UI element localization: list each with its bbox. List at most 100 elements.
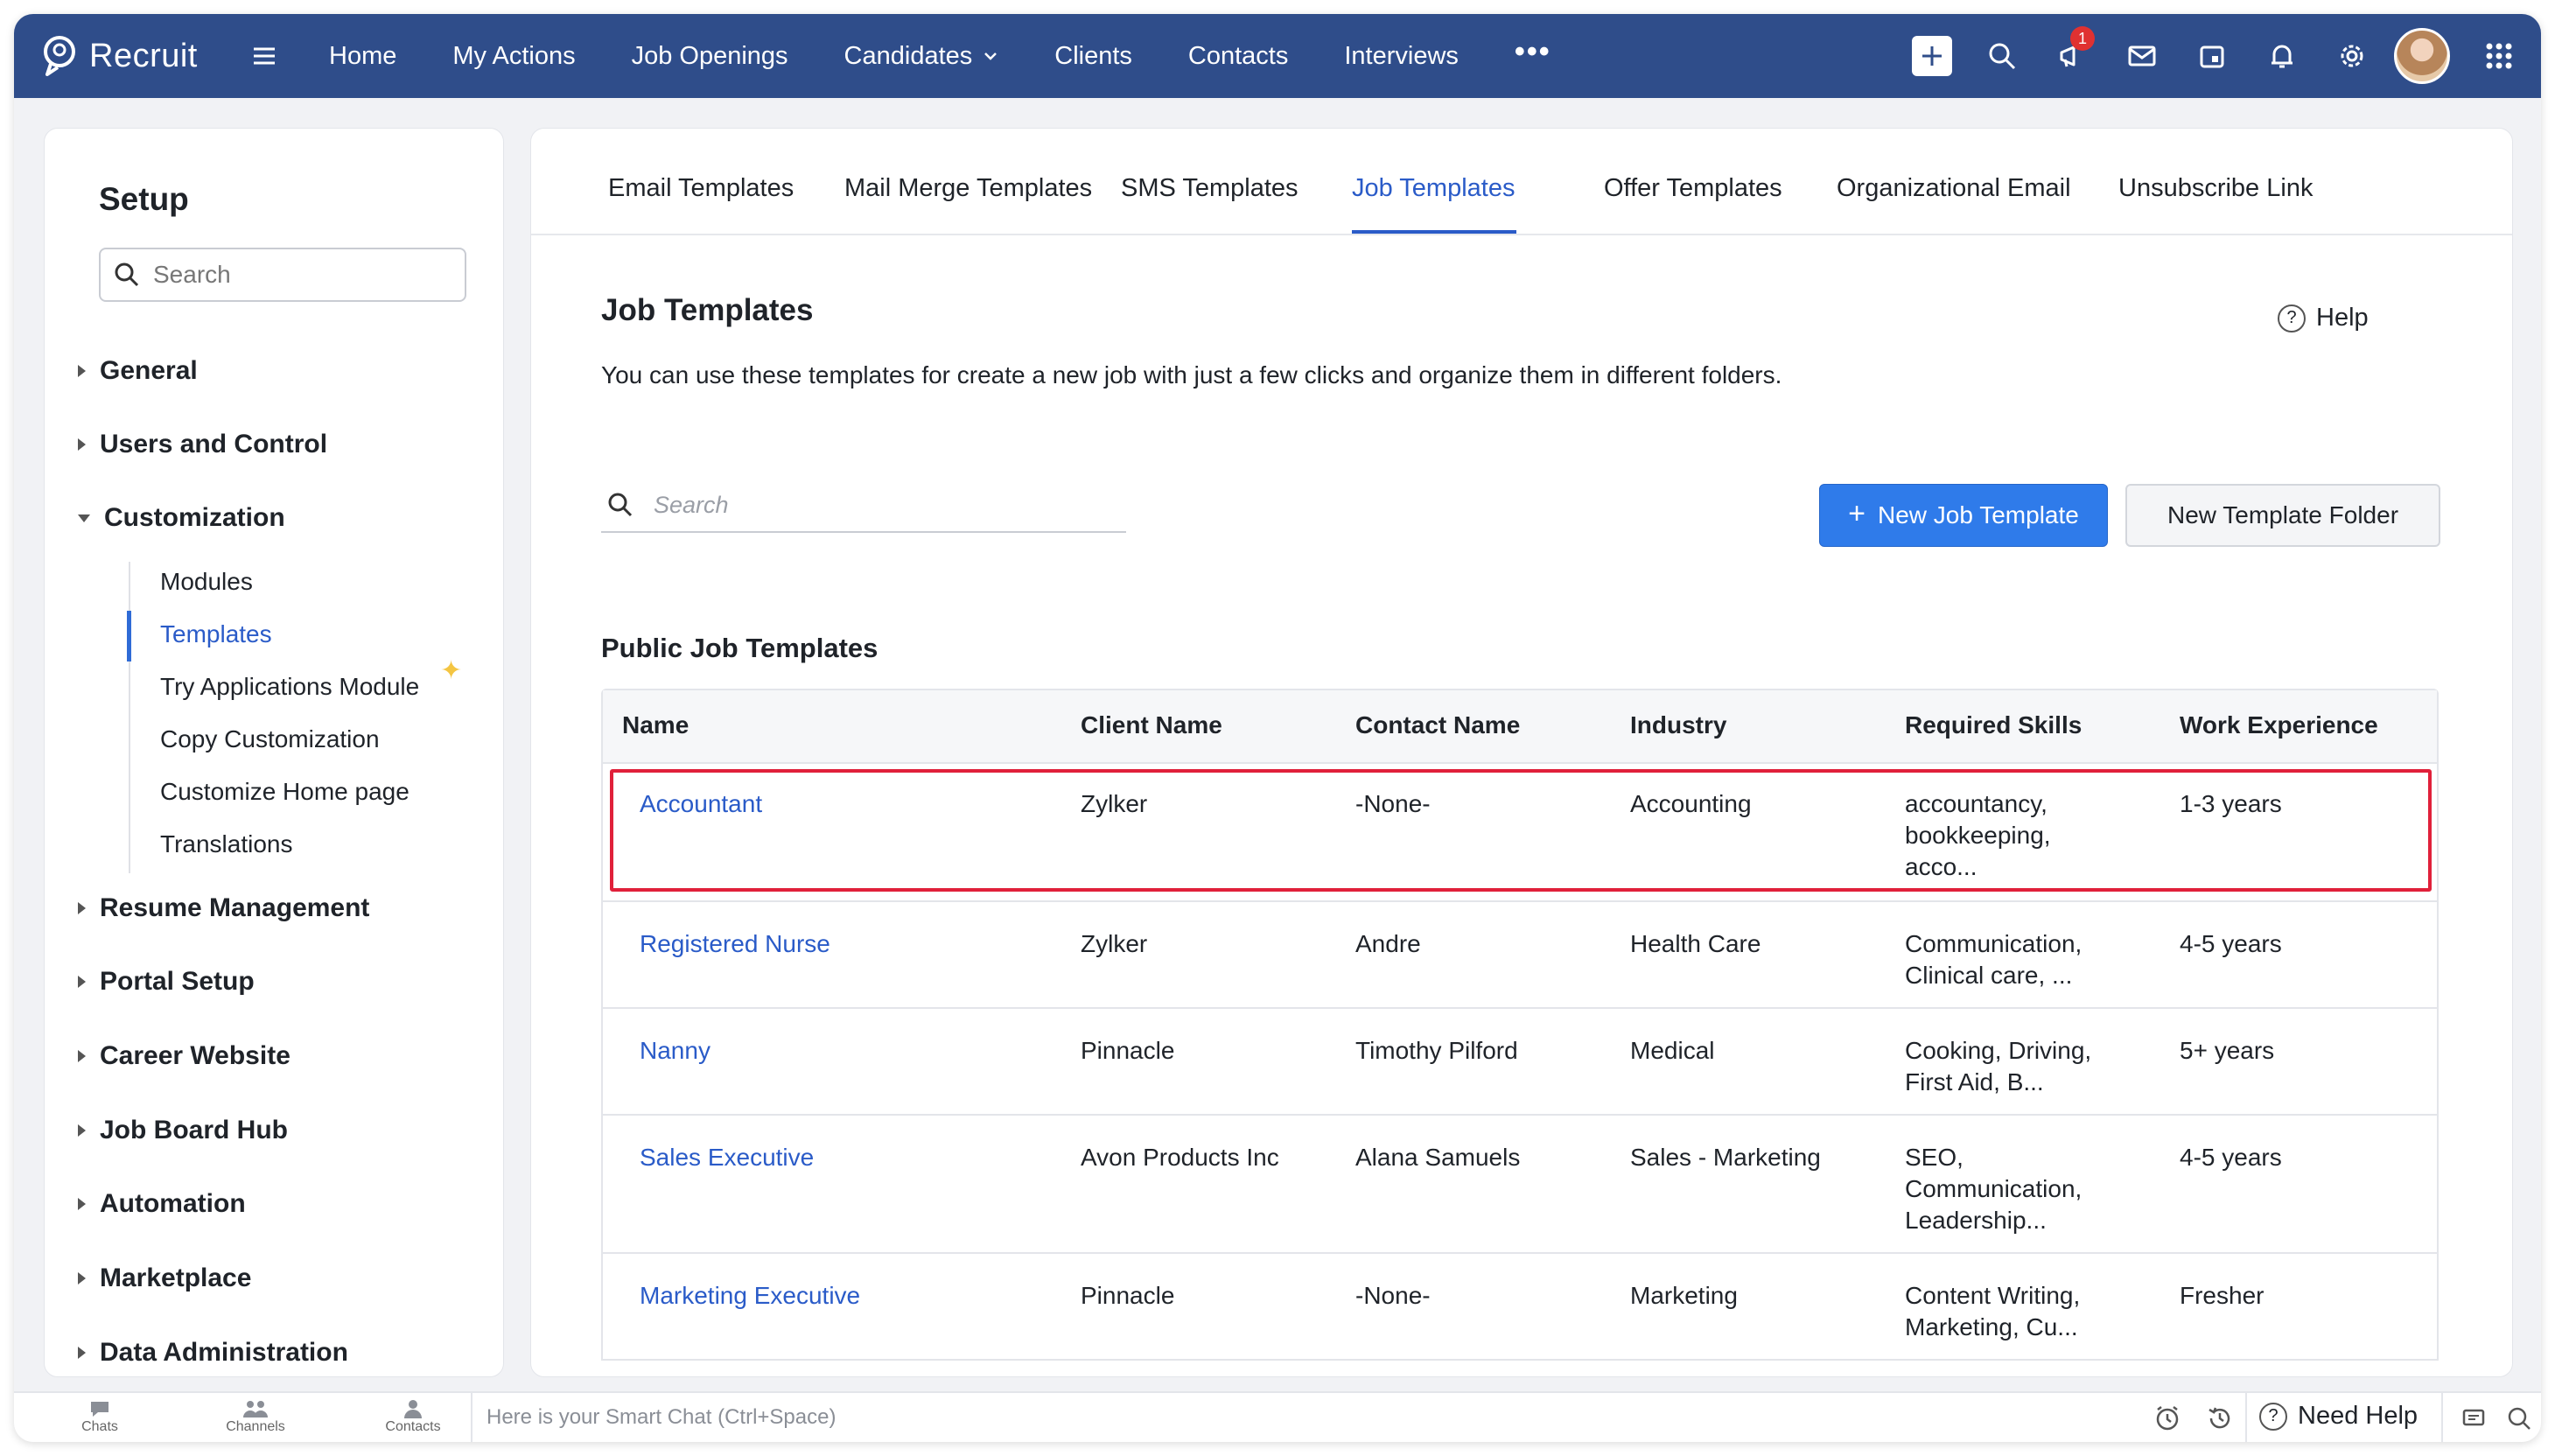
calendar-button[interactable] xyxy=(2177,14,2247,98)
help-link[interactable]: ? Help xyxy=(2278,304,2369,332)
grid-icon xyxy=(2486,43,2512,69)
mail-button[interactable] xyxy=(2107,14,2177,98)
caret-right-icon xyxy=(78,1050,86,1062)
apps-grid-button[interactable] xyxy=(2457,14,2541,98)
work-experience-cell: 4-5 years xyxy=(2180,930,2282,957)
section-title: Public Job Templates xyxy=(601,633,878,663)
channels-button[interactable]: Channels xyxy=(203,1398,308,1435)
template-search-field[interactable] xyxy=(601,479,1126,533)
search-icon xyxy=(608,493,633,517)
setup-section-job-board-hub[interactable]: Job Board Hub xyxy=(78,1116,288,1145)
tab-organizational-email[interactable]: Organizational Email xyxy=(1837,174,2071,203)
template-search-input[interactable] xyxy=(654,491,1109,519)
setup-section-marketplace[interactable]: Marketplace xyxy=(78,1264,251,1293)
smart-chat-input[interactable]: Here is your Smart Chat (Ctrl+Space) xyxy=(486,1405,836,1430)
nav-clients[interactable]: Clients xyxy=(1054,42,1132,71)
tab-email-templates[interactable]: Email Templates xyxy=(608,174,794,203)
tab-sms-templates[interactable]: SMS Templates xyxy=(1121,174,1298,203)
client-name-cell: Zylker xyxy=(1081,790,1148,817)
setup-item-copy-customization[interactable]: Copy Customization xyxy=(160,725,380,753)
menu-toggle-icon[interactable] xyxy=(248,40,280,72)
column-header-client-name[interactable]: Client Name xyxy=(1081,711,1222,739)
industry-cell: Medical xyxy=(1630,1037,1715,1064)
template-name-link[interactable]: Marketing Executive xyxy=(640,1280,860,1312)
setup-section-portal-setup[interactable]: Portal Setup xyxy=(78,967,255,997)
setup-section-general[interactable]: General xyxy=(78,356,198,386)
nav-more-button[interactable]: ••• xyxy=(1515,35,1551,69)
new-template-folder-button[interactable]: New Template Folder xyxy=(2125,484,2440,547)
template-name-link[interactable]: Registered Nurse xyxy=(640,928,830,960)
table-row[interactable]: Accountant Zylker -None- Accounting acco… xyxy=(603,764,2437,902)
page-description: You can use these templates for create a… xyxy=(601,361,1782,388)
tab-unsubscribe-link[interactable]: Unsubscribe Link xyxy=(2118,174,2313,203)
setup-item-try-applications-module[interactable]: Try Applications Module xyxy=(160,673,419,701)
user-avatar-button[interactable] xyxy=(2387,14,2457,98)
table-row[interactable]: Sales Executive Avon Products Inc Alana … xyxy=(603,1116,2437,1254)
setup-section-career-website[interactable]: Career Website xyxy=(78,1041,290,1071)
template-name-link[interactable]: Accountant xyxy=(640,788,762,820)
search-button[interactable] xyxy=(1967,14,2037,98)
chevron-down-icon xyxy=(984,52,998,60)
contacts-button[interactable]: Contacts xyxy=(360,1398,466,1435)
setup-item-customize-home-page[interactable]: Customize Home page xyxy=(160,778,410,806)
column-header-industry[interactable]: Industry xyxy=(1630,711,1726,739)
app-name: Recruit xyxy=(89,37,198,74)
search-button[interactable] xyxy=(2504,1404,2534,1433)
need-help-button[interactable]: ? Need Help xyxy=(2259,1402,2418,1431)
alarm-clock-icon xyxy=(2156,1406,2179,1431)
page-title: Job Templates xyxy=(601,293,814,327)
quick-create-button[interactable] xyxy=(1897,14,1967,98)
template-name-link[interactable]: Sales Executive xyxy=(640,1142,814,1173)
setup-item-translations[interactable]: Translations xyxy=(160,830,292,858)
new-job-template-button[interactable]: + New Job Template xyxy=(1819,484,2108,547)
chat-bubble-icon xyxy=(91,1402,108,1417)
search-icon xyxy=(1989,43,2016,70)
setup-section-data-administration[interactable]: Data Administration xyxy=(78,1338,348,1368)
nav-interviews[interactable]: Interviews xyxy=(1344,42,1459,71)
column-header-work-experience[interactable]: Work Experience xyxy=(2180,711,2378,739)
table-row[interactable]: Marketing Executive Pinnacle -None- Mark… xyxy=(603,1254,2437,1361)
setup-section-automation[interactable]: Automation xyxy=(78,1189,246,1219)
chats-button[interactable]: Chats xyxy=(47,1398,152,1435)
bell-icon xyxy=(2272,45,2292,68)
nav-job-openings[interactable]: Job Openings xyxy=(632,42,788,71)
gear-icon xyxy=(2341,45,2363,67)
setup-search-field[interactable] xyxy=(99,248,466,302)
column-header-contact-name[interactable]: Contact Name xyxy=(1355,711,1520,739)
job-templates-table: Name Client Name Contact Name Industry R… xyxy=(601,689,2439,1361)
required-skills-cell: Cooking, Driving, First Aid, B... xyxy=(1905,1037,2092,1096)
table-row[interactable]: Registered Nurse Zylker Andre Health Car… xyxy=(603,902,2437,1009)
nav-my-actions[interactable]: My Actions xyxy=(452,42,575,71)
brand-logo[interactable]: Recruit xyxy=(40,33,198,79)
setup-section-customization[interactable]: Customization xyxy=(78,503,285,533)
nav-contacts[interactable]: Contacts xyxy=(1188,42,1288,71)
nav-candidates[interactable]: Candidates xyxy=(844,42,999,71)
column-header-required-skills[interactable]: Required Skills xyxy=(1905,711,2082,739)
notifications-button[interactable] xyxy=(2247,14,2317,98)
search-icon xyxy=(2508,1407,2530,1430)
setup-item-templates[interactable]: Templates xyxy=(160,620,272,648)
nav-home[interactable]: Home xyxy=(329,42,396,71)
alarm-clock-button[interactable] xyxy=(2152,1404,2182,1433)
template-name-link[interactable]: Nanny xyxy=(640,1035,710,1067)
industry-cell: Health Care xyxy=(1630,930,1761,957)
setup-item-modules[interactable]: Modules xyxy=(160,568,253,596)
required-skills-cell: SEO, Communication, Leadership... xyxy=(1905,1144,2082,1234)
setup-search-input[interactable] xyxy=(153,261,451,289)
announcements-button[interactable]: 1 xyxy=(2037,14,2107,98)
calendar-icon xyxy=(2200,46,2224,68)
caret-right-icon xyxy=(78,976,86,988)
setup-section-resume-management[interactable]: Resume Management xyxy=(78,893,369,923)
work-experience-cell: 5+ years xyxy=(2180,1037,2275,1064)
tab-job-templates[interactable]: Job Templates xyxy=(1352,174,1515,203)
history-button[interactable] xyxy=(2205,1404,2235,1433)
table-row[interactable]: Nanny Pinnacle Timothy Pilford Medical C… xyxy=(603,1009,2437,1116)
feedback-button[interactable] xyxy=(2459,1404,2488,1433)
settings-button[interactable] xyxy=(2317,14,2387,98)
setup-section-users-and-control[interactable]: Users and Control xyxy=(78,430,327,459)
client-name-cell: Zylker xyxy=(1081,930,1148,957)
tab-mail-merge-templates[interactable]: Mail Merge Templates xyxy=(844,174,1092,203)
caret-down-icon xyxy=(78,514,90,522)
column-header-name[interactable]: Name xyxy=(622,711,689,739)
tab-offer-templates[interactable]: Offer Templates xyxy=(1604,174,1782,203)
